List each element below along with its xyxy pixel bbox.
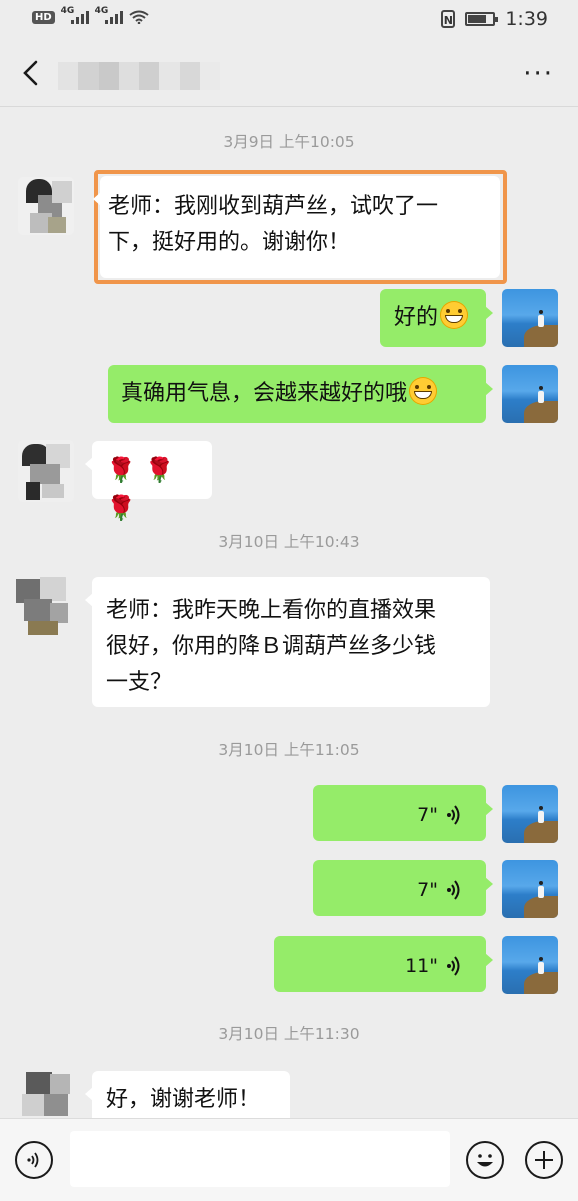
message-bubble-outgoing[interactable]: 真确用气息，会越来越好的哦 [108,365,493,423]
voice-message-bubble[interactable]: 11" [274,936,493,992]
voice-message-content: 7" [417,872,462,908]
voice-message-content: 11" [405,948,462,984]
message-bubble-incoming[interactable]: 老师：我昨天晚上看你的直播效果 很好，你用的降Ｂ调葫芦丝多少钱 一支？ [85,577,490,707]
avatar[interactable] [502,785,558,843]
more-dots-icon[interactable]: ··· [523,61,554,87]
contact-name-blurred [58,62,220,90]
voice-duration: 11" [405,955,438,977]
message-text: 好的 [394,305,439,330]
status-time: 1:39 [505,8,548,30]
avatar[interactable] [14,577,70,635]
avatar[interactable] [502,289,558,347]
message-input[interactable] [70,1131,450,1187]
message-text: 好，谢谢老师！ [106,1087,261,1112]
battery-icon [465,12,499,26]
input-bar [0,1118,578,1201]
voice-wave-icon [447,805,460,825]
signal-icon: 4G [61,6,89,24]
avatar[interactable] [502,860,558,918]
voice-message-bubble[interactable]: 7" [313,785,493,841]
message-timestamp: 3月10日 上午11:05 [218,741,360,759]
message-text-line: 很好，你用的降Ｂ调葫芦丝多少钱 [106,634,437,659]
avatar[interactable] [502,365,558,423]
signal-network-label: 4G [94,6,109,16]
avatar[interactable] [18,440,74,502]
message-timestamp: 3月10日 上午11:30 [218,1025,360,1043]
avatar[interactable] [16,1070,72,1118]
message-text-line: 下，挺好用的。谢谢你！ [108,230,351,255]
chevron-left-icon[interactable] [18,56,48,90]
voice-message-bubble[interactable]: 7" [313,860,493,916]
voice-mode-icon[interactable] [15,1141,53,1179]
signal-network-label: 4G [60,6,75,16]
message-timestamp: 3月9日 上午10:05 [223,133,355,151]
wifi-icon [129,10,149,24]
rose-icon: 🌹 [106,456,136,484]
hd-badge: HD [32,10,55,24]
message-text: 真确用气息，会越来越好的哦 [121,381,408,406]
message-text-line: 一支？ [106,670,173,695]
message-text-line: 老师：我昨天晚上看你的直播效果 [106,598,437,623]
voice-message-content: 7" [417,797,462,833]
status-bar: HD 4G 4G N 1:39 [0,0,578,40]
chat-header: ··· [0,40,578,107]
status-right: N 1:39 [441,8,548,30]
avatar[interactable] [18,177,74,235]
message-bubble-incoming[interactable]: 老师：我刚收到葫芦丝，试吹了一 下，挺好用的。谢谢你！ [93,176,500,278]
avatar[interactable] [502,936,558,994]
status-left: HD 4G 4G [32,6,149,24]
voice-wave-icon [447,956,460,976]
plus-icon[interactable] [525,1141,563,1179]
rose-icon: 🌹 [144,456,175,484]
signal-icon: 4G [95,6,123,24]
rose-icon: 🌹 [106,494,136,522]
battery-level [468,15,487,23]
message-text-line: 老师：我刚收到葫芦丝，试吹了一 [108,194,439,219]
nfc-icon: N [441,10,456,28]
grinning-face-icon [409,377,438,405]
emoji-face-icon[interactable] [466,1141,504,1179]
grinning-face-icon [440,301,469,329]
message-timestamp: 3月10日 上午10:43 [218,533,360,551]
voice-duration: 7" [417,804,438,826]
voice-duration: 7" [417,879,438,901]
message-bubble-incoming[interactable]: 🌹 🌹 🌹 [85,441,212,522]
message-bubble-outgoing[interactable]: 好的 [380,289,493,347]
voice-wave-icon [447,880,460,900]
